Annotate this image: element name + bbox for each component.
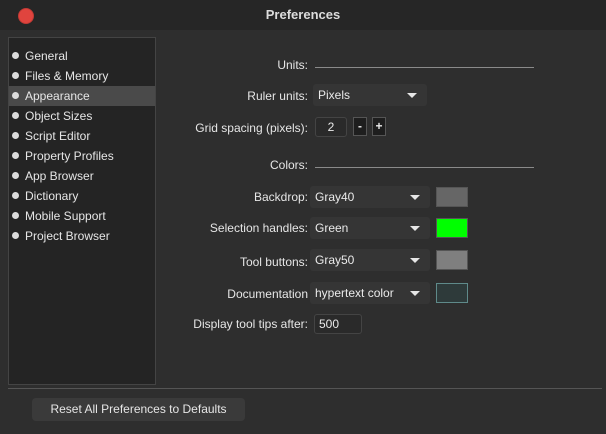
sidebar-item-object-sizes[interactable]: Object Sizes <box>9 106 155 126</box>
documentation-color-swatch[interactable] <box>436 283 468 303</box>
sidebar-item-label: General <box>25 49 68 63</box>
appearance-panel: Units: Ruler units: Pixels Grid spacing … <box>160 30 600 390</box>
bullet-icon <box>12 172 19 179</box>
backdrop-value: Gray40 <box>315 190 355 204</box>
bullet-icon <box>12 192 19 199</box>
bullet-icon <box>12 92 19 99</box>
reset-preferences-button[interactable]: Reset All Preferences to Defaults <box>32 398 245 421</box>
selection-handles-dropdown[interactable]: Green <box>310 217 430 239</box>
sidebar-item-label: Appearance <box>25 89 90 103</box>
documentation-label: Documentation <box>227 287 308 301</box>
sidebar-item-dictionary[interactable]: Dictionary <box>9 186 155 206</box>
tool-tips-delay-input[interactable]: 500 <box>314 314 362 334</box>
sidebar-item-property-profiles[interactable]: Property Profiles <box>9 146 155 166</box>
documentation-dropdown[interactable]: hypertext color <box>310 282 430 304</box>
selection-handles-color-swatch[interactable] <box>436 218 468 238</box>
tool-buttons-value: Gray50 <box>315 253 355 267</box>
chevron-down-icon <box>410 291 420 296</box>
grid-spacing-increment-button[interactable]: + <box>372 117 386 136</box>
sidebar-item-label: Mobile Support <box>25 209 106 223</box>
title-bar: Preferences <box>0 0 606 30</box>
category-list: General Files & Memory Appearance Object… <box>8 37 156 385</box>
sidebar-item-general[interactable]: General <box>9 46 155 66</box>
sidebar-item-project-browser[interactable]: Project Browser <box>9 226 155 246</box>
bullet-icon <box>12 52 19 59</box>
chevron-down-icon <box>407 93 417 98</box>
sidebar-item-label: Property Profiles <box>25 149 114 163</box>
sidebar-item-script-editor[interactable]: Script Editor <box>9 126 155 146</box>
bullet-icon <box>12 112 19 119</box>
tool-buttons-label: Tool buttons: <box>239 255 308 269</box>
backdrop-label: Backdrop: <box>253 190 308 204</box>
window-title: Preferences <box>265 7 341 22</box>
bullet-icon <box>12 232 19 239</box>
tool-tips-delay-label: Display tool tips after: <box>193 317 308 331</box>
units-divider <box>315 67 534 68</box>
sidebar-item-label: Dictionary <box>25 189 79 203</box>
bullet-icon <box>12 132 19 139</box>
chevron-down-icon <box>410 226 420 231</box>
sidebar-item-label: Object Sizes <box>25 109 93 123</box>
sidebar-item-label: App Browser <box>25 169 94 183</box>
footer-divider <box>8 388 602 389</box>
grid-spacing-label: Grid spacing (pixels): <box>195 121 308 135</box>
sidebar-item-files-memory[interactable]: Files & Memory <box>9 66 155 86</box>
colors-divider <box>315 167 534 168</box>
backdrop-dropdown[interactable]: Gray40 <box>310 186 430 208</box>
tool-buttons-color-swatch[interactable] <box>436 250 468 270</box>
sidebar-item-label: Files & Memory <box>25 69 109 83</box>
preferences-window: General Files & Memory Appearance Object… <box>0 30 606 434</box>
chevron-down-icon <box>410 195 420 200</box>
sidebar-item-mobile-support[interactable]: Mobile Support <box>9 206 155 226</box>
grid-spacing-input[interactable]: 2 <box>315 117 347 137</box>
bullet-icon <box>12 212 19 219</box>
sidebar-item-app-browser[interactable]: App Browser <box>9 166 155 186</box>
selection-handles-value: Green <box>315 221 349 235</box>
selection-handles-label: Selection handles: <box>209 221 308 235</box>
bullet-icon <box>12 72 19 79</box>
chevron-down-icon <box>410 258 420 263</box>
ruler-units-dropdown[interactable]: Pixels <box>313 84 427 106</box>
sidebar-item-label: Script Editor <box>25 129 91 143</box>
tool-buttons-dropdown[interactable]: Gray50 <box>310 249 430 271</box>
colors-section-label: Colors: <box>269 158 308 172</box>
sidebar-item-label: Project Browser <box>25 229 110 243</box>
units-section-label: Units: <box>277 58 308 72</box>
ruler-units-value: Pixels <box>318 88 351 102</box>
documentation-value: hypertext color <box>315 286 394 300</box>
sidebar-item-appearance[interactable]: Appearance <box>9 86 155 106</box>
grid-spacing-decrement-button[interactable]: - <box>353 117 367 136</box>
backdrop-color-swatch[interactable] <box>436 187 468 207</box>
bullet-icon <box>12 152 19 159</box>
ruler-units-label: Ruler units: <box>247 89 308 103</box>
